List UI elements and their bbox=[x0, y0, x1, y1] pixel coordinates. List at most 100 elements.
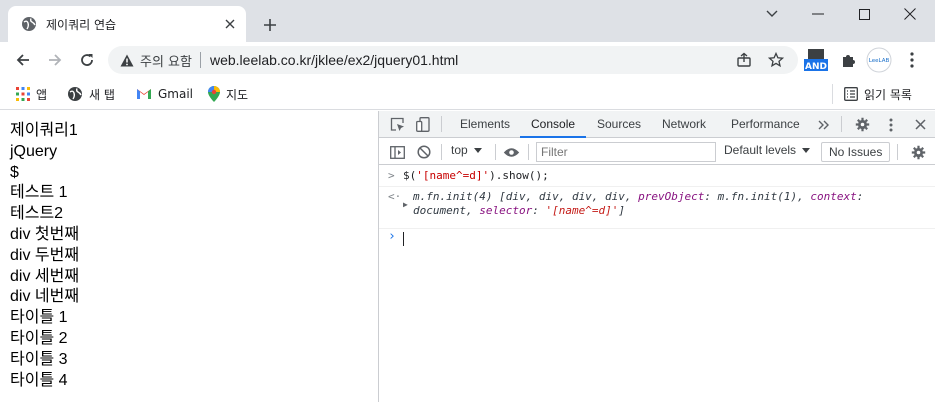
page-line: jQuery bbox=[10, 142, 58, 160]
close-devtools-icon[interactable] bbox=[908, 111, 932, 138]
profile-avatar[interactable]: LeeLAB bbox=[866, 47, 892, 73]
console-input-row: > $('[name^=d]').show(); bbox=[379, 166, 935, 187]
prompt-chevron-icon: › bbox=[388, 229, 396, 244]
bookmark-star-icon[interactable] bbox=[762, 46, 790, 74]
reload-button[interactable] bbox=[73, 46, 101, 74]
console-filter-input[interactable]: Filter bbox=[536, 142, 716, 162]
tab-sources[interactable]: Sources bbox=[597, 111, 641, 138]
profile-label: LeeLAB bbox=[869, 58, 890, 64]
address-bar[interactable]: 주의 요함 web.leelab.co.kr/jklee/ex2/jquery0… bbox=[108, 46, 798, 74]
page-content: 제이쿼리1 jQuery $ 테스트 1 테스트2 div 첫번째 div 두번… bbox=[0, 111, 378, 402]
globe-icon bbox=[21, 16, 37, 32]
console-prompt[interactable]: › bbox=[379, 229, 935, 251]
maps-pin-icon bbox=[208, 86, 220, 102]
result-arrow-icon: <· bbox=[388, 190, 402, 203]
devtools-panel: Elements Console Sources Network Perform… bbox=[378, 111, 935, 402]
bookmark-maps[interactable]: 지도 bbox=[208, 83, 248, 105]
bookmark-apps[interactable]: 앱 bbox=[16, 83, 47, 105]
context-selector[interactable]: top bbox=[451, 143, 482, 157]
page-line: 타이틀 1 bbox=[10, 309, 68, 327]
devtools-menu-icon[interactable] bbox=[879, 111, 903, 138]
page-line: div 세번째 bbox=[10, 267, 80, 285]
url-text[interactable]: web.leelab.co.kr/jklee/ex2/jquery01.html bbox=[210, 52, 458, 68]
log-levels-dropdown[interactable]: Default levels bbox=[724, 143, 811, 157]
close-tab-icon[interactable] bbox=[222, 16, 238, 32]
toolbar-divider bbox=[528, 144, 529, 160]
forward-button[interactable] bbox=[41, 46, 69, 74]
page-line: 테스트 1 bbox=[10, 184, 68, 202]
globe-icon bbox=[67, 86, 83, 102]
toolbar-divider bbox=[841, 116, 842, 132]
reading-list-label: 읽기 목록 bbox=[864, 87, 912, 102]
page-line: div 두번째 bbox=[10, 246, 80, 264]
text-caret bbox=[403, 232, 404, 246]
minimize-button[interactable] bbox=[795, 0, 841, 28]
bookmark-maps-label: 지도 bbox=[226, 87, 249, 102]
omnibox-divider bbox=[199, 52, 201, 68]
new-tab-button[interactable] bbox=[257, 13, 283, 37]
context-label: top bbox=[451, 143, 468, 157]
bookmark-newtab-label: 새 탭 bbox=[89, 87, 115, 102]
toolbar-divider bbox=[897, 144, 898, 160]
more-tabs-icon[interactable] bbox=[812, 111, 836, 138]
bookmark-gmail[interactable]: Gmail bbox=[136, 83, 193, 105]
console-result-row[interactable]: <· ▶ m.fn.init(4) [div, div, div, div, p… bbox=[379, 187, 935, 229]
page-line: $ bbox=[10, 163, 19, 181]
log-levels-label: Default levels bbox=[724, 143, 797, 157]
tab-elements[interactable]: Elements bbox=[460, 111, 510, 138]
console-command: $('[name^=d]').show(); bbox=[403, 169, 549, 182]
settings-gear-icon[interactable] bbox=[850, 111, 874, 138]
tab-strip: 제이쿼리 연습 bbox=[0, 0, 935, 42]
tab-search-icon[interactable] bbox=[749, 0, 795, 28]
page-line: 타이틀 2 bbox=[10, 329, 68, 347]
browser-tab[interactable]: 제이쿼리 연습 bbox=[8, 6, 246, 42]
console-result-text: m.fn.init(4) [div, div, div, div, prevOb… bbox=[413, 190, 864, 217]
bookmark-apps-label: 앱 bbox=[36, 87, 48, 102]
toolbar-divider bbox=[495, 144, 496, 160]
input-chevron-icon: > bbox=[388, 169, 395, 182]
device-toolbar-icon[interactable] bbox=[411, 111, 435, 138]
clear-console-icon[interactable] bbox=[412, 139, 436, 165]
tab-title: 제이쿼리 연습 bbox=[46, 17, 117, 32]
page-line: div 첫번째 bbox=[10, 225, 80, 243]
console-toolbar: top Filter Default levels No Issues bbox=[379, 139, 935, 165]
reading-list-button[interactable]: 읽기 목록 bbox=[844, 83, 912, 105]
tab-network[interactable]: Network bbox=[662, 111, 706, 138]
live-expression-eye-icon[interactable] bbox=[499, 139, 523, 165]
inspect-element-icon[interactable] bbox=[385, 111, 409, 138]
dropdown-arrow-icon bbox=[473, 147, 482, 153]
bookmark-gmail-label: Gmail bbox=[158, 87, 194, 101]
gmail-icon bbox=[136, 88, 152, 100]
reading-list-icon bbox=[844, 87, 858, 101]
close-window-button[interactable] bbox=[887, 0, 933, 28]
console-settings-gear-icon[interactable] bbox=[906, 139, 930, 165]
sidebar-toggle-icon[interactable] bbox=[385, 139, 409, 165]
maximize-button[interactable] bbox=[841, 0, 887, 28]
warning-icon[interactable] bbox=[120, 54, 134, 67]
page-line: 타이틀 3 bbox=[10, 350, 68, 368]
expand-triangle-icon[interactable]: ▶ bbox=[403, 198, 408, 212]
back-button[interactable] bbox=[9, 46, 37, 74]
bookmark-newtab[interactable]: 새 탭 bbox=[67, 83, 115, 105]
share-icon[interactable] bbox=[730, 46, 758, 74]
page-line: div 네번째 bbox=[10, 288, 80, 306]
tab-console[interactable]: Console bbox=[520, 111, 587, 138]
issues-button[interactable]: No Issues bbox=[821, 142, 891, 162]
page-line: 테스트2 bbox=[10, 205, 64, 223]
browser-toolbar: 주의 요함 web.leelab.co.kr/jklee/ex2/jquery0… bbox=[0, 42, 935, 78]
bookmarks-divider bbox=[832, 84, 833, 104]
toolbar-divider bbox=[441, 116, 442, 132]
tab-performance[interactable]: Performance bbox=[731, 111, 800, 138]
devtools-tabbar: Elements Console Sources Network Perform… bbox=[379, 111, 935, 138]
extensions-puzzle-icon[interactable] bbox=[837, 47, 861, 73]
console-output: > $('[name^=d]').show(); <· ▶ m.fn.init(… bbox=[379, 166, 935, 251]
bookmarks-bar: 앱 새 탭 Gmail 지도 읽기 목록 bbox=[0, 78, 935, 110]
security-status[interactable]: 주의 요함 bbox=[140, 51, 192, 70]
page-line: 타이틀 4 bbox=[10, 371, 68, 389]
extension-badge-label: AND bbox=[805, 62, 827, 72]
apps-grid-icon bbox=[16, 87, 30, 101]
dropdown-arrow-icon bbox=[802, 147, 811, 153]
extension-and-icon[interactable]: AND bbox=[803, 47, 829, 73]
toolbar-divider bbox=[441, 144, 442, 160]
browser-menu-icon[interactable] bbox=[902, 47, 922, 73]
